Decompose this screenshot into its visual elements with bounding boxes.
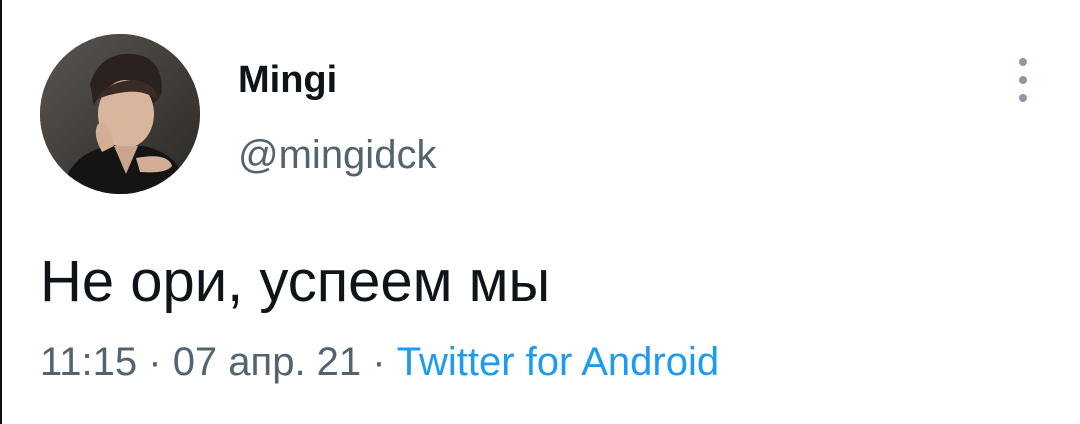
- meta-separator: ·: [137, 340, 173, 384]
- more-vertical-icon-dot: [1019, 94, 1027, 102]
- more-vertical-icon-dot: [1019, 76, 1027, 84]
- avatar[interactable]: [40, 34, 200, 194]
- tweet-text: Не ори, успеем мы: [40, 249, 551, 314]
- tweet-time: 11:15: [40, 340, 138, 384]
- display-name[interactable]: Mingi: [238, 58, 337, 102]
- tweet-meta: 11:15 · 07 апр. 21 · Twitter for Android: [40, 338, 719, 386]
- more-options-button[interactable]: [1006, 58, 1040, 102]
- meta-separator: ·: [361, 340, 397, 384]
- tweet-source-link[interactable]: Twitter for Android: [397, 340, 719, 384]
- more-vertical-icon: [1019, 58, 1027, 66]
- tweet-card: Mingi @mingidck Не ори, успеем мы 11:15 …: [0, 0, 1080, 424]
- user-handle[interactable]: @mingidck: [238, 132, 436, 178]
- tweet-date: 07 апр. 21: [172, 340, 362, 384]
- avatar-image: [40, 34, 200, 194]
